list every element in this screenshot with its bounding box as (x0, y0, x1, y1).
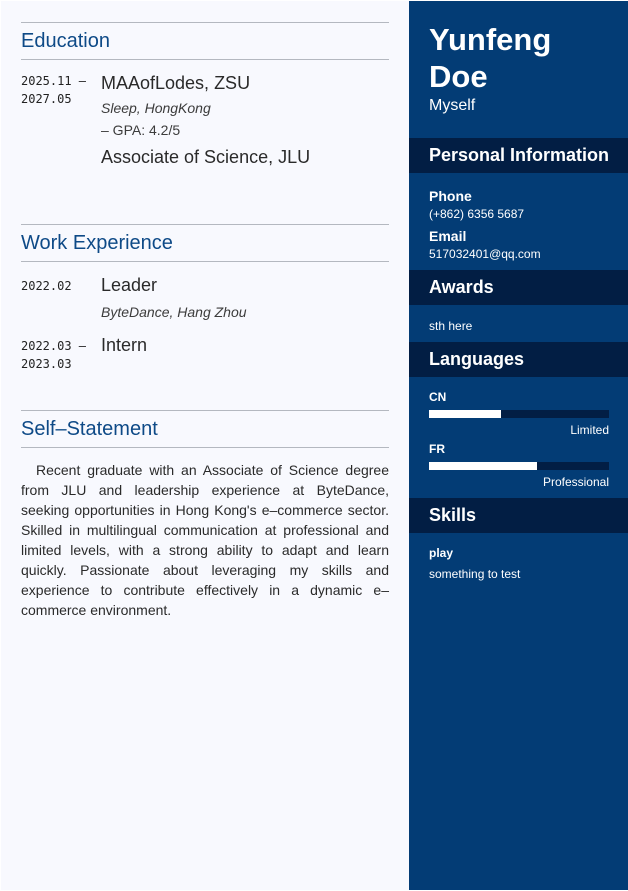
profile-name: Yunfeng Doe (429, 21, 551, 95)
work-details-2: Intern (101, 334, 389, 356)
language-code: CN (429, 390, 447, 404)
language-level-2: Professional (542, 475, 609, 489)
work-date-2: 2022.03 – 2023.03 (21, 339, 87, 371)
work-header: Work Experience (21, 224, 389, 262)
work-role-2: Intern (101, 335, 148, 355)
awards-header: Awards (409, 270, 628, 305)
language-code-2: FR (429, 442, 445, 456)
profile-tagline: Myself (429, 97, 476, 114)
personal-heading: Personal Information (429, 145, 610, 165)
education-location: Sleep, HongKong (101, 100, 211, 116)
awards-heading: Awards (429, 277, 494, 297)
education-degree: MAAofLodes, ZSU (101, 73, 251, 93)
language-bar-fill (429, 410, 501, 418)
skill-description: something to test (429, 567, 521, 581)
languages-header: Languages (409, 342, 628, 377)
languages-heading: Languages (429, 349, 525, 369)
sidebar: Yunfeng Doe Myself Personal Information … (409, 1, 628, 890)
language-bar-2 (429, 462, 609, 470)
education-details: MAAofLodes, ZSU Sleep, HongKong – GPA: 4… (101, 72, 389, 168)
email-value: 517032401@qq.com (429, 247, 541, 261)
statement-text: Recent graduate with an Associate of Sci… (21, 462, 389, 618)
first-name: Yunfeng (429, 22, 552, 57)
resume-page: Education 2025.11 – 2027.05 MAAofLodes, … (0, 0, 628, 891)
education-header: Education (21, 22, 389, 60)
education-degree-2: Associate of Science, JLU (101, 147, 311, 167)
statement-header: Self–Statement (21, 410, 389, 448)
education-gpa: – GPA: 4.2/5 (101, 122, 181, 138)
work-heading: Work Experience (21, 231, 173, 254)
language-level: Limited (570, 423, 609, 437)
work-details: Leader ByteDance, Hang Zhou (101, 274, 389, 320)
work-date: 2022.02 (21, 279, 72, 293)
education-date: 2025.11 – 2027.05 (21, 74, 87, 106)
work-section: Work Experience 2022.02 Leader ByteDance… (21, 224, 389, 371)
personal-header: Personal Information (409, 138, 628, 173)
awards-text: sth here (429, 319, 473, 333)
statement-heading: Self–Statement (21, 417, 158, 440)
email-label: Email (429, 228, 467, 244)
work-role: Leader (101, 275, 158, 295)
education-heading: Education (21, 29, 110, 52)
phone-value: (+862) 6356 5687 (429, 207, 525, 221)
education-section: Education 2025.11 – 2027.05 MAAofLodes, … (21, 22, 389, 167)
skills-heading: Skills (429, 505, 477, 525)
language-bar-fill-2 (429, 462, 537, 470)
skill-name: play (429, 546, 454, 560)
main-column: Education 2025.11 – 2027.05 MAAofLodes, … (1, 1, 409, 890)
last-name: Doe (429, 59, 488, 94)
language-bar (429, 410, 609, 418)
phone-label: Phone (429, 188, 472, 204)
skills-header: Skills (409, 498, 628, 533)
statement-section: Self–Statement Recent graduate with an A… (21, 410, 389, 620)
work-company: ByteDance, Hang Zhou (101, 304, 247, 320)
